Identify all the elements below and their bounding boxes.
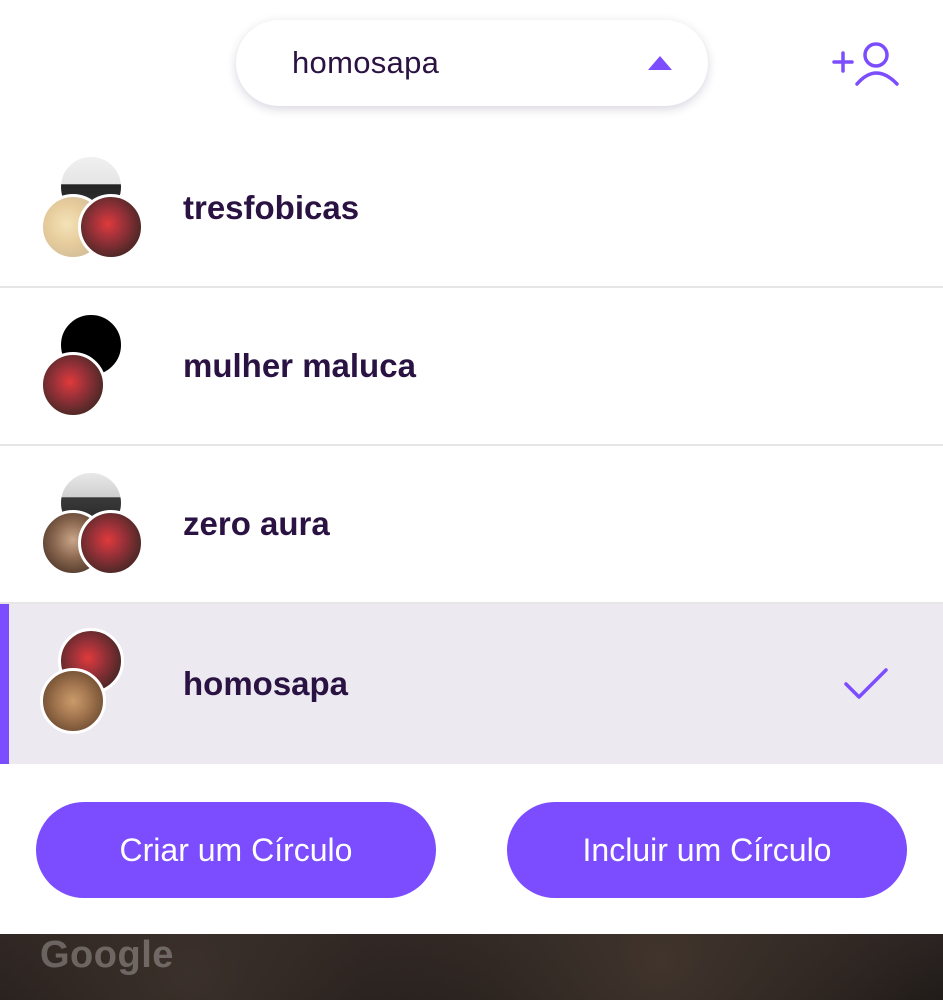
circle-item-zero-aura[interactable]: zero aura — [0, 446, 943, 604]
selected-indicator — [0, 604, 9, 764]
header: homosapa — [0, 0, 943, 130]
member-avatars — [40, 312, 150, 422]
app-screen: homosapa tresfobicas mulher maluca zero … — [0, 0, 943, 1000]
circle-item-tresfobicas[interactable]: tresfobicas — [0, 130, 943, 288]
circle-selector-dropdown[interactable]: homosapa — [236, 20, 708, 106]
google-logo: Google — [40, 934, 174, 976]
add-person-icon — [832, 42, 899, 86]
member-avatars — [40, 154, 150, 264]
current-circle-label: homosapa — [292, 45, 440, 80]
avatar — [40, 668, 106, 734]
member-avatars — [40, 628, 150, 738]
include-circle-button[interactable]: Incluir um Círculo — [507, 802, 907, 898]
avatar — [78, 510, 144, 576]
avatar — [78, 194, 144, 260]
member-avatars — [40, 470, 150, 580]
circle-name: tresfobicas — [183, 189, 360, 226]
caret-up-icon — [648, 56, 672, 70]
add-member-button[interactable] — [830, 40, 902, 90]
circle-name: homosapa — [183, 665, 349, 702]
create-circle-button[interactable]: Criar um Círculo — [36, 802, 436, 898]
circle-list: tresfobicas mulher maluca zero aura homo… — [0, 130, 943, 764]
avatar — [40, 352, 106, 418]
checkmark-icon — [844, 668, 888, 699]
circle-name: mulher maluca — [183, 347, 416, 384]
circle-name: zero aura — [183, 505, 330, 542]
action-bar: Criar um Círculo Incluir um Círculo — [0, 766, 943, 934]
circle-item-mulher-maluca[interactable]: mulher maluca — [0, 288, 943, 446]
map-view[interactable]: Google — [0, 934, 943, 1000]
circle-item-homosapa[interactable]: homosapa — [0, 604, 943, 764]
